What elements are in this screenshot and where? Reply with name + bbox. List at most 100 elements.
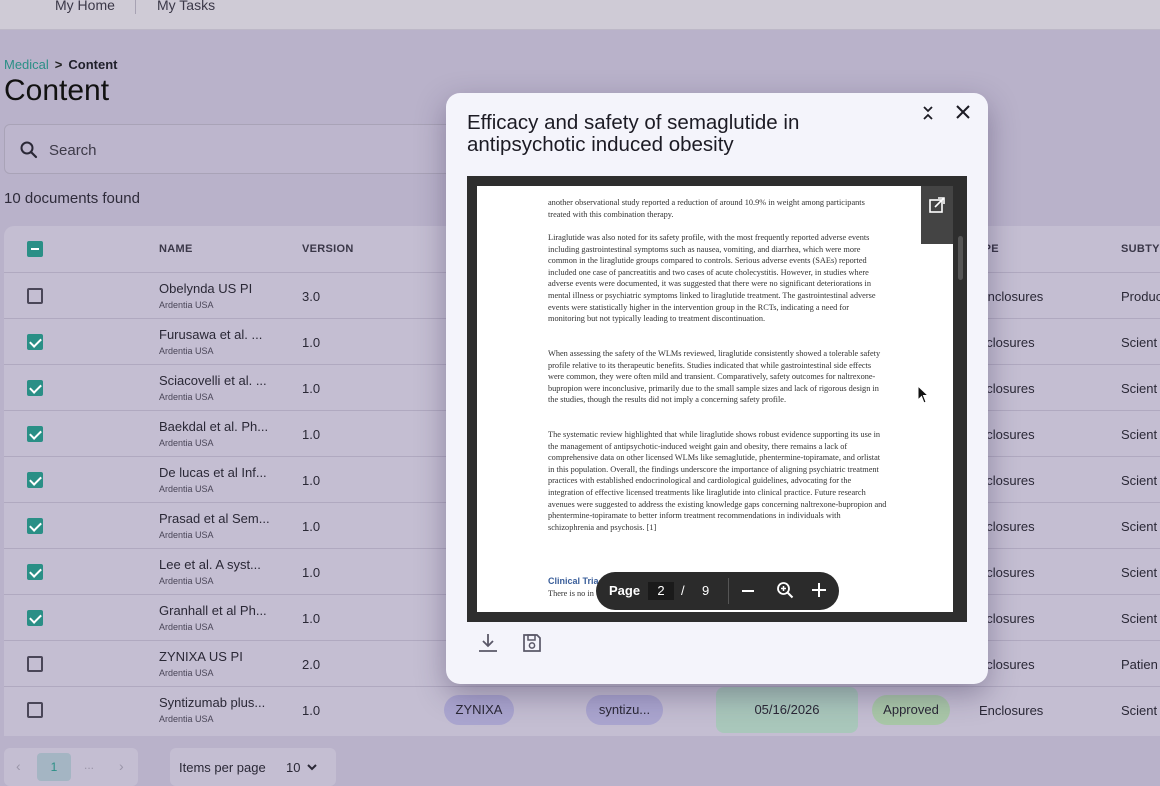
header-name[interactable]: NAME — [159, 243, 193, 255]
row-org: Ardentia USA — [159, 714, 214, 724]
zoom-icon[interactable] — [776, 581, 794, 599]
row-org: Ardentia USA — [159, 576, 214, 586]
row-subtype: Patien — [1121, 657, 1158, 672]
modal-title: Efficacy and safety of semaglutide in an… — [467, 111, 800, 156]
mouse-cursor-icon — [917, 385, 929, 404]
pdf-viewer[interactable]: another observational study reported a r… — [467, 176, 967, 622]
page-ellipsis: ... — [84, 758, 95, 772]
prev-page-button[interactable]: ‹ — [16, 758, 21, 774]
items-per-page-select[interactable]: 10 — [286, 760, 300, 775]
select-all-checkbox[interactable] — [27, 241, 43, 257]
section-text: There is no in — [548, 589, 594, 598]
row-subtype: Scient — [1121, 703, 1158, 718]
row-checkbox[interactable] — [27, 288, 43, 304]
page-number-button[interactable]: 1 — [37, 753, 71, 781]
search-input[interactable] — [49, 137, 449, 163]
document-preview-modal: Efficacy and safety of semaglutide in an… — [446, 93, 988, 684]
next-page-button[interactable]: › — [119, 758, 124, 774]
row-version: 3.0 — [302, 289, 321, 304]
minus-icon[interactable] — [741, 583, 755, 599]
row-name[interactable]: Furusawa et al. ... — [159, 327, 262, 342]
row-org: Ardentia USA — [159, 300, 214, 310]
row-checkbox[interactable] — [27, 702, 43, 718]
row-subtype: Scient — [1121, 427, 1158, 442]
row-name[interactable]: Obelynda US PI — [159, 281, 252, 296]
nav-my-tasks[interactable]: My Tasks — [157, 0, 215, 13]
row-org: Ardentia USA — [159, 346, 214, 356]
row-checkbox[interactable] — [27, 656, 43, 672]
row-org: Ardentia USA — [159, 438, 214, 448]
pdf-page: another observational study reported a r… — [477, 186, 953, 612]
status-badge: Approved — [872, 695, 950, 725]
row-name[interactable]: Syntizumab plus... — [159, 695, 265, 710]
row-name[interactable]: De lucas et al Inf... — [159, 465, 267, 480]
row-subtype: Scient — [1121, 565, 1158, 580]
result-count: 10 documents found — [4, 190, 140, 207]
row-version: 1.0 — [302, 565, 321, 580]
row-type: Enclosures — [979, 703, 1044, 718]
document-paragraph: Liraglutide was also noted for its safet… — [548, 233, 876, 324]
row-version: 2.0 — [302, 657, 321, 672]
row-name[interactable]: Granhall et al Ph... — [159, 603, 267, 618]
row-checkbox[interactable] — [27, 564, 43, 580]
row-org: Ardentia USA — [159, 530, 214, 540]
row-version: 1.0 — [302, 335, 321, 350]
row-name[interactable]: Sciacovelli et al. ... — [159, 373, 267, 388]
expiry-date: 05/16/2026 — [716, 687, 858, 733]
section-heading: Clinical Tria — [548, 576, 599, 586]
header-subtype[interactable]: SUBTY — [1121, 243, 1160, 255]
document-paragraph: When assessing the safety of the WLMs re… — [548, 349, 881, 405]
header-version[interactable]: VERSION — [302, 243, 354, 255]
search-box[interactable] — [4, 124, 474, 174]
breadcrumb-medical[interactable]: Medical — [4, 57, 49, 72]
search-icon — [20, 141, 38, 159]
total-pages: 9 — [702, 583, 710, 598]
row-checkbox[interactable] — [27, 426, 43, 442]
close-icon[interactable] — [954, 103, 972, 121]
document-paragraph: another observational study reported a r… — [548, 198, 865, 219]
row-checkbox[interactable] — [27, 380, 43, 396]
open-external-button[interactable] — [921, 186, 953, 244]
viewer-toolbar: Page 2 / 9 — [596, 572, 839, 610]
breadcrumb-arrow-icon: > — [54, 57, 63, 72]
document-paragraph: The systematic review highlighted that w… — [548, 430, 887, 532]
open-external-icon — [929, 197, 945, 213]
row-subtype: Scient — [1121, 335, 1158, 350]
row-name[interactable]: Prasad et al Sem... — [159, 511, 270, 526]
row-version: 1.0 — [302, 427, 321, 442]
plus-icon[interactable] — [811, 582, 827, 598]
save-icon[interactable] — [521, 632, 543, 654]
row-version: 1.0 — [302, 703, 321, 718]
nav-divider — [135, 0, 136, 14]
breadcrumb: Medical > Content — [4, 57, 118, 72]
collapse-icon[interactable] — [920, 105, 936, 121]
breadcrumb-current: Content — [68, 57, 118, 72]
viewer-scrollbar[interactable] — [958, 236, 963, 280]
product-tag: ZYNIXA — [444, 695, 514, 725]
row-checkbox[interactable] — [27, 334, 43, 350]
items-per-page[interactable]: Items per page 10 — [170, 748, 336, 786]
pagination: ‹ 1 ... › — [4, 748, 138, 786]
row-subtype: Scient — [1121, 381, 1158, 396]
page-separator: / — [681, 583, 685, 598]
table-row[interactable]: Syntizumab plus... Ardentia USA 1.0 ZYNI… — [4, 686, 1160, 733]
chevron-down-icon[interactable] — [306, 761, 318, 773]
items-per-page-label: Items per page — [179, 760, 266, 775]
page-label: Page — [609, 583, 641, 598]
row-org: Ardentia USA — [159, 668, 214, 678]
current-page-input[interactable]: 2 — [648, 582, 674, 600]
row-version: 1.0 — [302, 519, 321, 534]
page-title: Content — [4, 74, 110, 107]
row-version: 1.0 — [302, 381, 321, 396]
row-version: 1.0 — [302, 473, 321, 488]
row-checkbox[interactable] — [27, 610, 43, 626]
row-name[interactable]: ZYNIXA US PI — [159, 649, 243, 664]
row-subtype: Scient — [1121, 473, 1158, 488]
row-name[interactable]: Lee et al. A syst... — [159, 557, 261, 572]
row-checkbox[interactable] — [27, 518, 43, 534]
row-org: Ardentia USA — [159, 392, 214, 402]
nav-my-home[interactable]: My Home — [55, 0, 115, 13]
download-icon[interactable] — [477, 632, 499, 654]
row-checkbox[interactable] — [27, 472, 43, 488]
row-name[interactable]: Baekdal et al. Ph... — [159, 419, 268, 434]
